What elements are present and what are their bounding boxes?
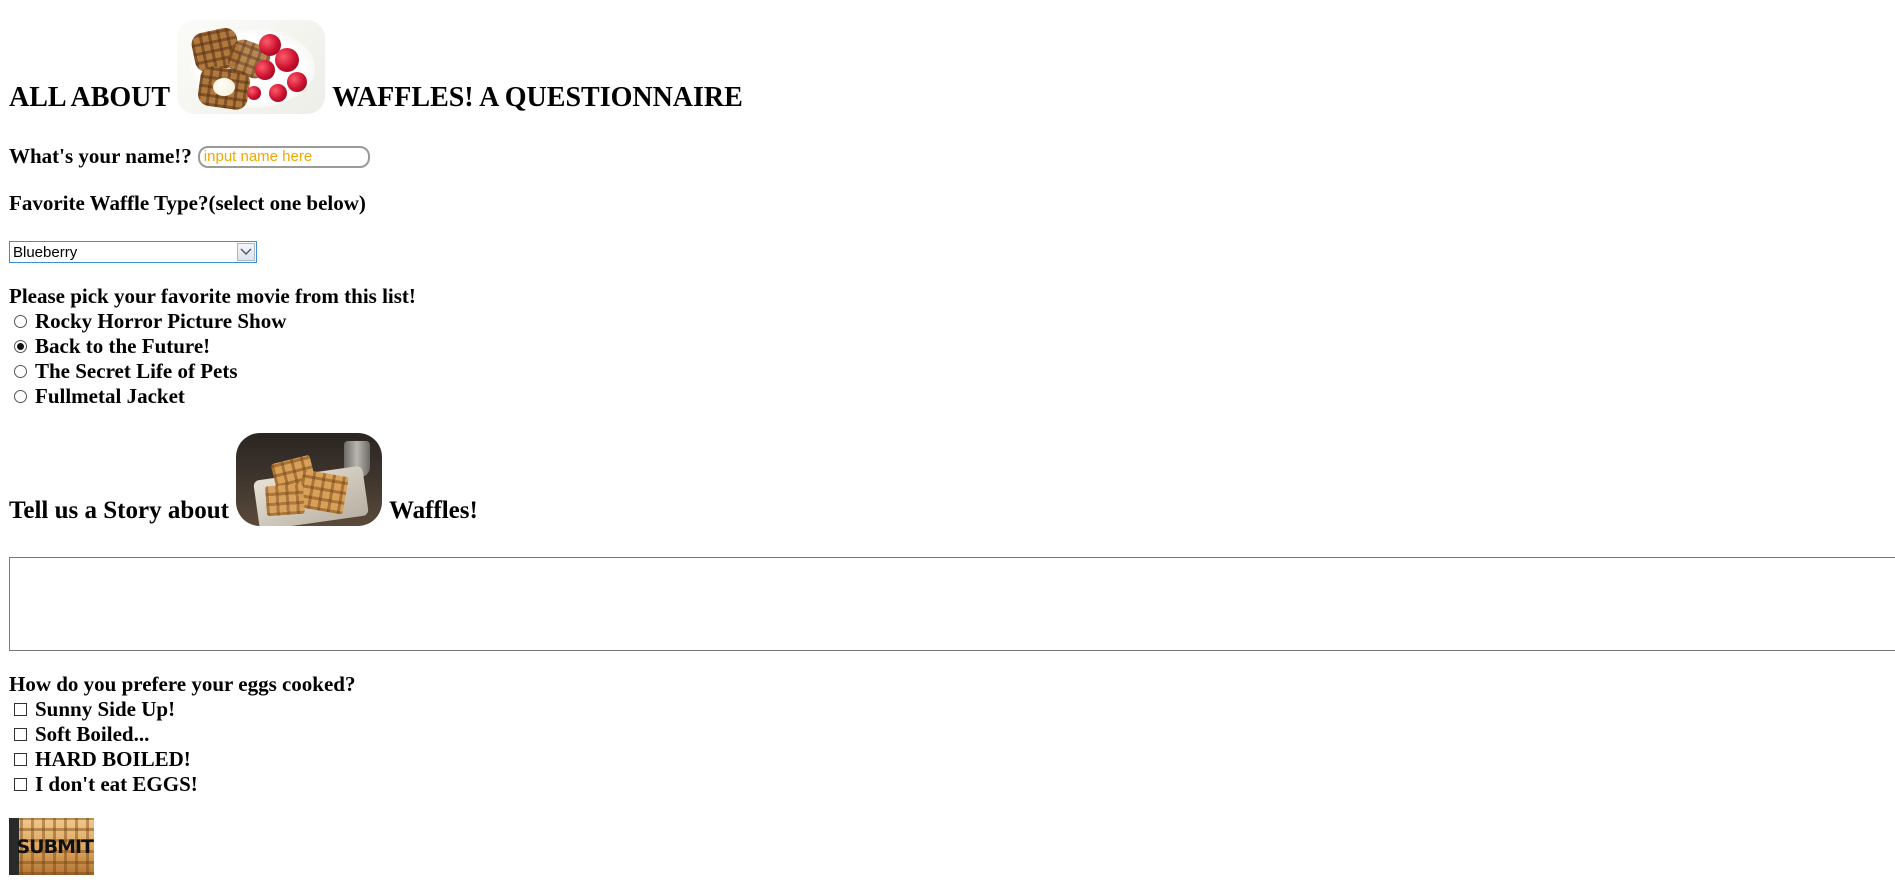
eggs-option[interactable]: I don't eat EGGS! xyxy=(9,772,198,797)
submit-button[interactable]: SUBMIT xyxy=(9,818,94,875)
eggs-option[interactable]: Soft Boiled... xyxy=(9,722,198,747)
story-heading-left: Tell us a Story about xyxy=(9,497,229,524)
checkbox[interactable] xyxy=(14,728,27,741)
movie-option[interactable]: Rocky Horror Picture Show xyxy=(9,309,286,334)
radio-button[interactable] xyxy=(14,390,27,403)
movie-option[interactable]: The Secret Life of Pets xyxy=(9,359,286,384)
story-heading-right: Waffles! xyxy=(388,497,478,524)
waffle-type-selected: Blueberry xyxy=(13,243,78,261)
eggs-option[interactable]: HARD BOILED! xyxy=(9,747,198,772)
submit-label: SUBMIT xyxy=(16,835,94,858)
movie-option[interactable]: Fullmetal Jacket xyxy=(9,384,286,409)
movie-option-label: Fullmetal Jacket xyxy=(35,384,185,408)
eggs-option-label: Sunny Side Up! xyxy=(35,697,176,721)
story-textarea[interactable] xyxy=(9,557,1895,651)
eggs-options: Sunny Side Up! Soft Boiled... HARD BOILE… xyxy=(9,697,198,797)
movie-question-label: Please pick your favorite movie from thi… xyxy=(9,284,416,308)
waffle-type-label: Favorite Waffle Type?(select one below) xyxy=(9,191,366,215)
movie-option[interactable]: Back to the Future! xyxy=(9,334,286,359)
eggs-option-label: I don't eat EGGS! xyxy=(35,772,198,796)
checkbox[interactable] xyxy=(14,778,27,791)
eggs-option-label: HARD BOILED! xyxy=(35,747,191,771)
movie-option-label: Rocky Horror Picture Show xyxy=(35,309,287,333)
checkbox[interactable] xyxy=(14,753,27,766)
waffle-type-select[interactable]: Blueberry xyxy=(9,241,257,263)
eggs-option-label: Soft Boiled... xyxy=(35,722,150,746)
name-input[interactable] xyxy=(197,145,370,168)
movie-option-label: The Secret Life of Pets xyxy=(35,359,238,383)
radio-button[interactable] xyxy=(14,365,27,378)
checkbox[interactable] xyxy=(14,703,27,716)
movie-option-label: Back to the Future! xyxy=(35,334,211,358)
waffle-berries-image xyxy=(177,20,326,114)
story-heading: Tell us a Story about Waffles! xyxy=(9,433,478,526)
eggs-option[interactable]: Sunny Side Up! xyxy=(9,697,198,722)
eggs-question-label: How do you prefere your eggs cooked? xyxy=(9,672,356,696)
page-title: ALL ABOUT WAFFLES! A QUESTIONNAIRE xyxy=(9,20,743,114)
movie-options: Rocky Horror Picture Show Back to the Fu… xyxy=(9,309,286,409)
name-label: What's your name!? xyxy=(9,144,192,168)
radio-button[interactable] xyxy=(14,315,27,328)
waffles-on-cloth-image xyxy=(235,433,382,526)
chevron-down-icon[interactable] xyxy=(237,243,255,261)
page-title-right: WAFFLES! A QUESTIONNAIRE xyxy=(332,82,743,113)
name-row: What's your name!? xyxy=(9,144,370,169)
radio-button-selected[interactable] xyxy=(14,340,27,353)
page-title-left: ALL ABOUT xyxy=(9,82,171,113)
